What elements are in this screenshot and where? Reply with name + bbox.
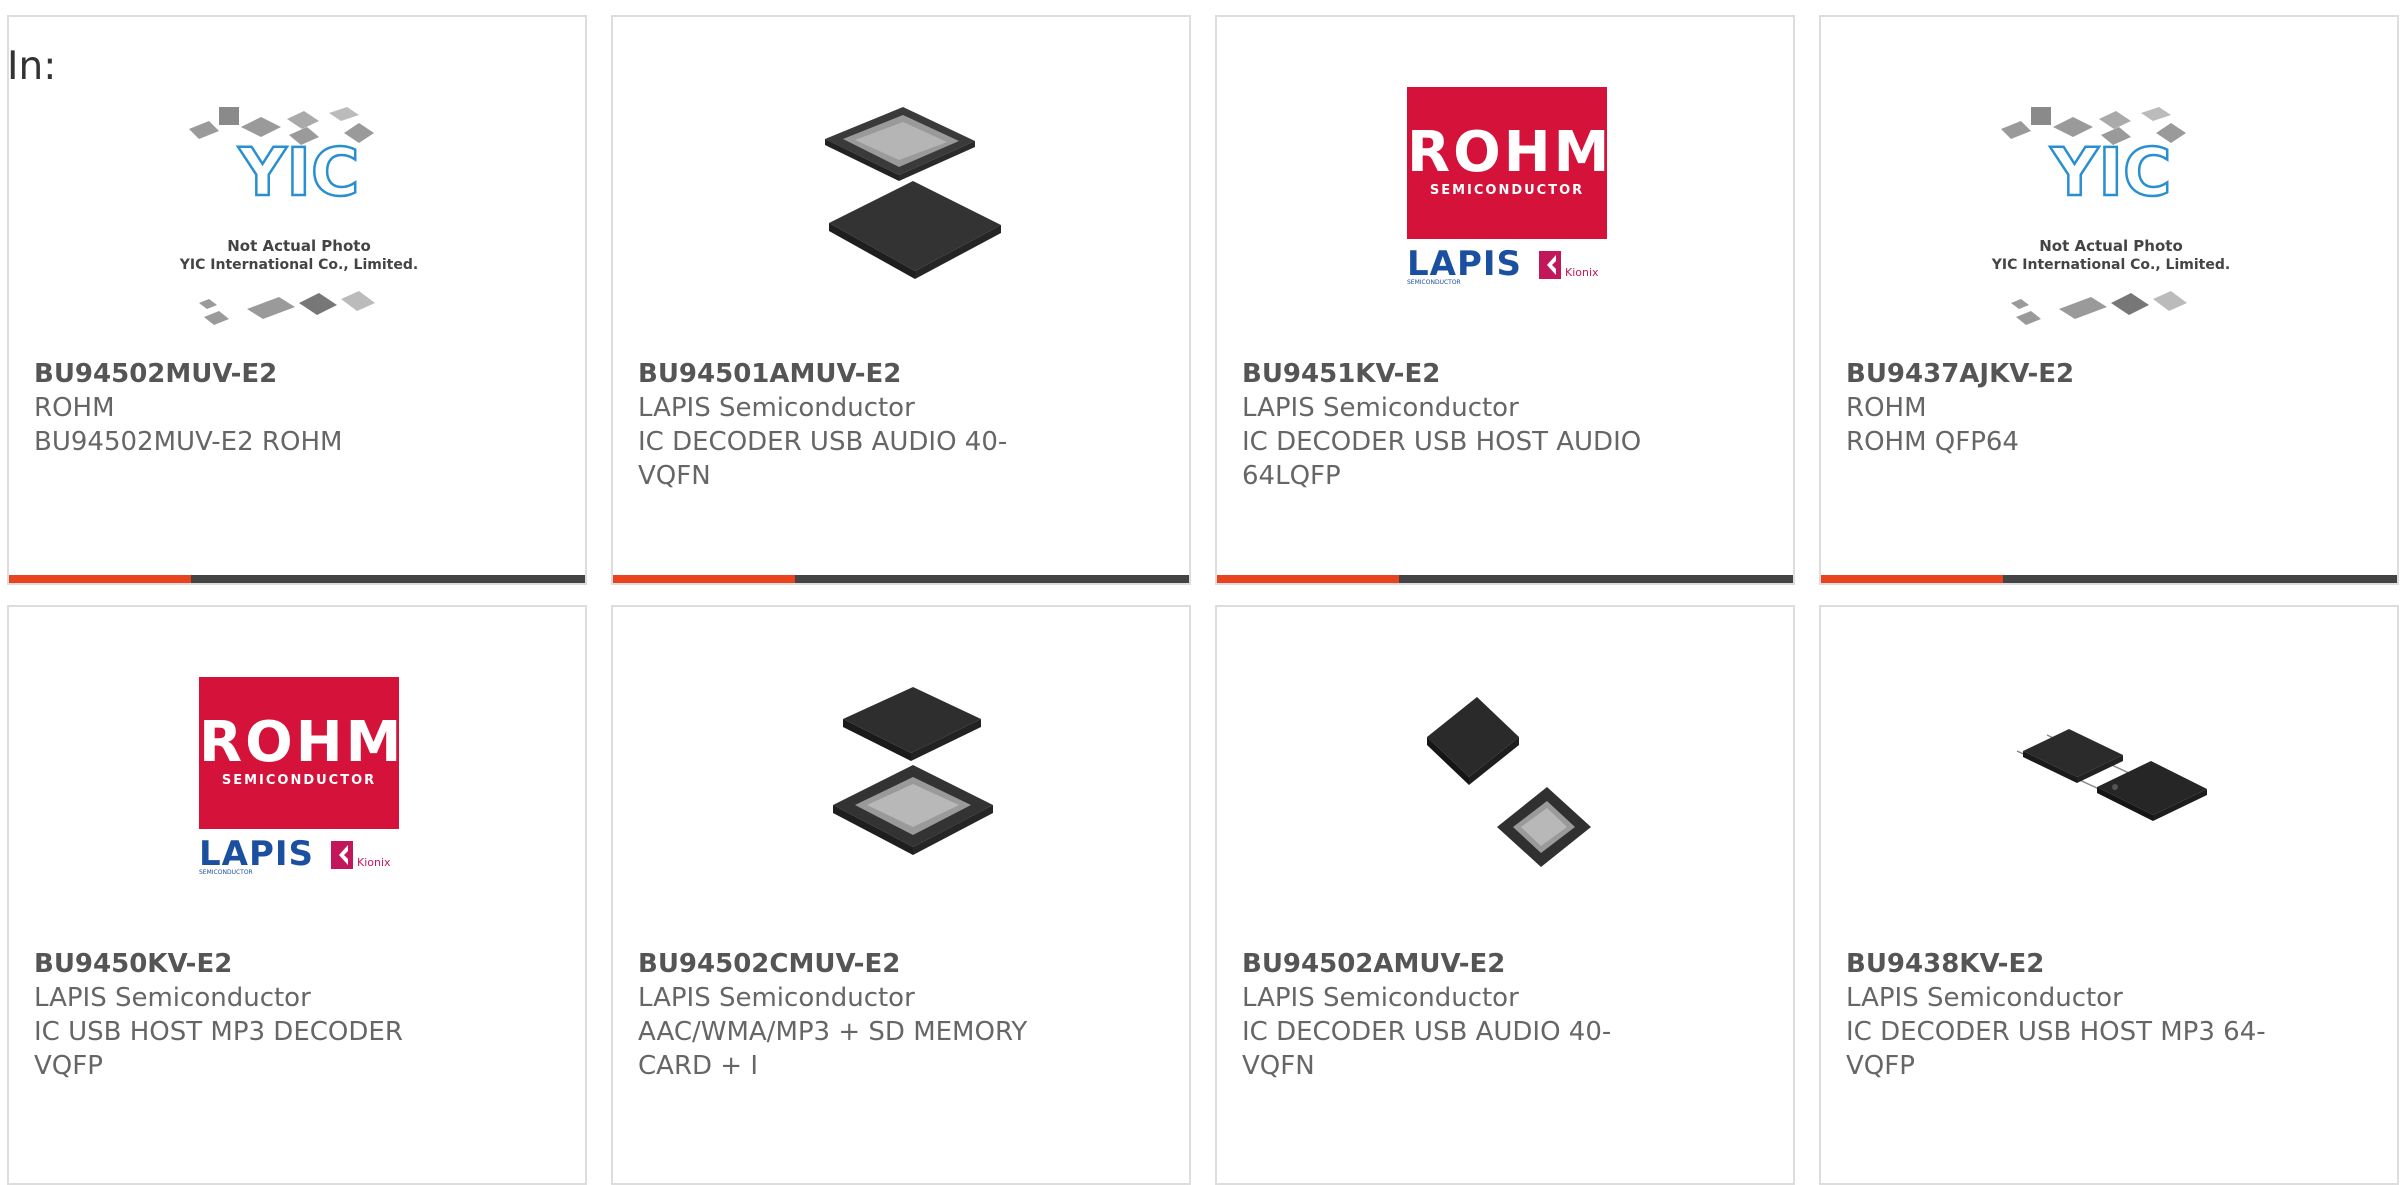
part-number[interactable]: BU94502MUV-E2 — [34, 357, 474, 391]
product-text: BU94502AMUV-E2 LAPIS Semiconductor IC DE… — [1242, 947, 1682, 1083]
svg-text:YIC: YIC — [2050, 134, 2172, 211]
description: ROHM QFP64 — [1846, 427, 2019, 457]
rohm-logo-image: ROHM SEMICONDUCTOR LAPIS SEMICONDUCTOR Ki… — [1407, 87, 1609, 287]
yic-placeholder-image: YIC Not Actual Photo YIC International C… — [1981, 99, 2241, 339]
product-image[interactable] — [803, 677, 1003, 877]
part-number[interactable]: BU94502AMUV-E2 — [1242, 947, 1682, 981]
svg-text:YIC International Co., Limited: YIC International Co., Limited. — [179, 257, 418, 273]
qfp-chip-image — [2016, 729, 2207, 821]
card-underline — [613, 575, 1189, 583]
manufacturer: LAPIS Semiconductor — [34, 983, 311, 1013]
product-card[interactable]: ROHM SEMICONDUCTOR LAPIS SEMICONDUCTOR Ki… — [7, 605, 587, 1185]
rohm-logo-image: ROHM SEMICONDUCTOR LAPIS SEMICONDUCTOR Ki… — [199, 677, 401, 877]
product-card[interactable]: BU94501AMUV-E2 LAPIS Semiconductor IC DE… — [611, 15, 1191, 585]
manufacturer: LAPIS Semiconductor — [638, 393, 915, 423]
card-underline-accent — [1821, 575, 2003, 583]
manufacturer: LAPIS Semiconductor — [638, 983, 915, 1013]
product-text: BU9437AJKV-E2 ROHM ROHM QFP64 — [1846, 357, 2286, 459]
card-underline — [9, 575, 585, 583]
description: IC DECODER USB AUDIO 40-VQFN — [638, 427, 1008, 491]
description: AAC/WMA/MP3 + SD MEMORY CARD + I — [638, 1017, 1028, 1081]
product-text: BU94502MUV-E2 ROHM BU94502MUV-E2 ROHM — [34, 357, 474, 459]
product-card[interactable]: BU94502CMUV-E2 LAPIS Semiconductor AAC/W… — [611, 605, 1191, 1185]
product-image[interactable] — [1407, 677, 1607, 877]
product-card[interactable]: BU94502AMUV-E2 LAPIS Semiconductor IC DE… — [1215, 605, 1795, 1185]
card-underline-accent — [9, 575, 191, 583]
svg-text:Not Actual Photo: Not Actual Photo — [2039, 237, 2183, 255]
card-underline — [1821, 575, 2397, 583]
manufacturer: ROHM — [34, 393, 115, 423]
part-number[interactable]: BU94501AMUV-E2 — [638, 357, 1078, 391]
product-text: BU9451KV-E2 LAPIS Semiconductor IC DECOD… — [1242, 357, 1682, 493]
product-card[interactable]: BU9438KV-E2 LAPIS Semiconductor IC DECOD… — [1819, 605, 2399, 1185]
product-image[interactable]: ROHM SEMICONDUCTOR LAPIS SEMICONDUCTOR Ki… — [199, 677, 401, 877]
product-text: BU9438KV-E2 LAPIS Semiconductor IC DECOD… — [1846, 947, 2286, 1083]
card-underline-accent — [1217, 575, 1399, 583]
qfn-chip-image — [833, 687, 993, 855]
description: IC DECODER USB HOST AUDIO 64LQFP — [1242, 427, 1642, 491]
description: BU94502MUV-E2 ROHM — [34, 427, 343, 457]
svg-text:Kionix: Kionix — [357, 856, 391, 869]
part-number[interactable]: BU94502CMUV-E2 — [638, 947, 1078, 981]
card-underline-accent — [613, 575, 795, 583]
svg-text:Kionix: Kionix — [1565, 266, 1599, 279]
product-grid: YIC Not Actual Photo YIC International C… — [0, 0, 2400, 1185]
product-image[interactable]: YIC Not Actual Photo YIC International C… — [1981, 99, 2241, 339]
part-number[interactable]: BU9437AJKV-E2 — [1846, 357, 2286, 391]
description: IC DECODER USB HOST MP3 64-VQFP — [1846, 1017, 2266, 1081]
product-image[interactable]: ROHM SEMICONDUCTOR LAPIS SEMICONDUCTOR Ki… — [1407, 87, 1609, 287]
card-underline — [1217, 575, 1793, 583]
qfn-small-chip-image — [1427, 697, 1591, 867]
product-image[interactable] — [803, 87, 1003, 287]
description: IC DECODER USB AUDIO 40-VQFN — [1242, 1017, 1612, 1081]
qfn-chip-image — [825, 107, 1001, 279]
svg-text:YIC: YIC — [238, 134, 360, 211]
product-text: BU94502CMUV-E2 LAPIS Semiconductor AAC/W… — [638, 947, 1078, 1083]
product-card[interactable]: ROHM SEMICONDUCTOR LAPIS SEMICONDUCTOR Ki… — [1215, 15, 1795, 585]
part-number[interactable]: BU9451KV-E2 — [1242, 357, 1682, 391]
manufacturer: LAPIS Semiconductor — [1846, 983, 2123, 1013]
in-label: In: — [7, 44, 57, 89]
part-number[interactable]: BU9450KV-E2 — [34, 947, 474, 981]
product-card[interactable]: YIC Not Actual Photo YIC International C… — [1819, 15, 2399, 585]
product-card[interactable]: YIC Not Actual Photo YIC International C… — [7, 15, 587, 585]
description: IC USB HOST MP3 DECODER VQFP — [34, 1017, 403, 1081]
product-text: BU94501AMUV-E2 LAPIS Semiconductor IC DE… — [638, 357, 1078, 493]
manufacturer: LAPIS Semiconductor — [1242, 393, 1519, 423]
svg-text:Not Actual Photo: Not Actual Photo — [227, 237, 371, 255]
yic-placeholder-image: YIC Not Actual Photo YIC International C… — [169, 99, 429, 339]
svg-text:YIC International Co., Limited: YIC International Co., Limited. — [1991, 257, 2230, 273]
manufacturer: LAPIS Semiconductor — [1242, 983, 1519, 1013]
product-image[interactable]: YIC Not Actual Photo YIC International C… — [169, 99, 429, 339]
manufacturer: ROHM — [1846, 393, 1927, 423]
part-number[interactable]: BU9438KV-E2 — [1846, 947, 2286, 981]
product-image[interactable] — [2011, 677, 2211, 877]
product-text: BU9450KV-E2 LAPIS Semiconductor IC USB H… — [34, 947, 474, 1083]
